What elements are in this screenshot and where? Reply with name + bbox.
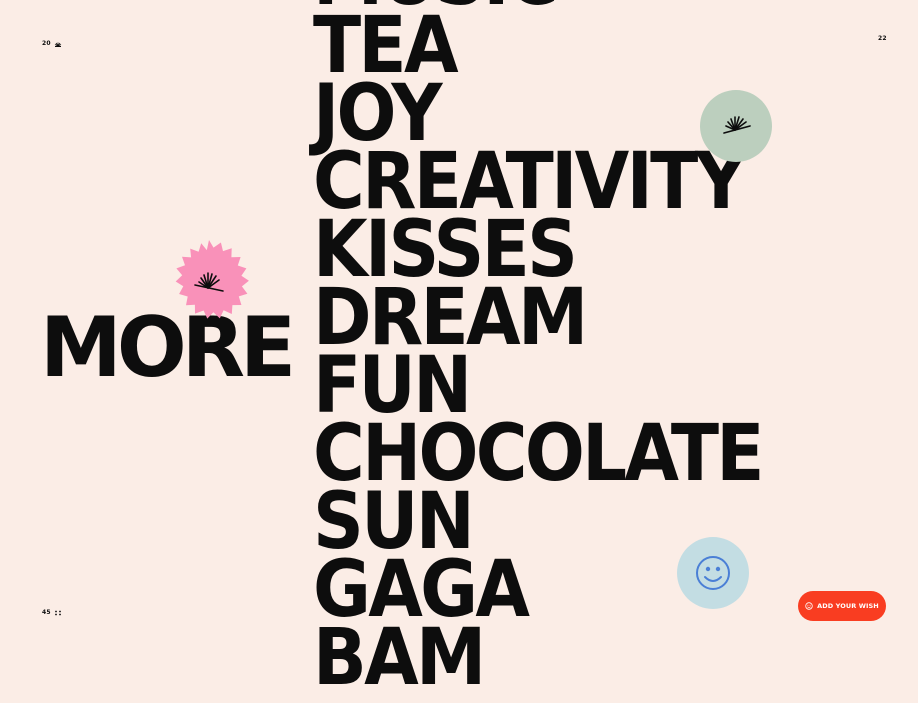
corner-label-top-left: 20 xyxy=(42,40,62,47)
blue-smiley-badge xyxy=(677,537,749,609)
smiley-face-icon xyxy=(696,556,730,590)
corner-label-top-right: 22 xyxy=(878,35,887,42)
word-item: BAM xyxy=(313,613,486,703)
add-your-wish-label: ADD YOUR WISH xyxy=(817,602,879,610)
corner-number: 22 xyxy=(878,35,887,42)
corner-label-bottom-left: 45 xyxy=(42,609,62,616)
add-your-wish-button[interactable]: ADD YOUR WISH xyxy=(798,591,886,621)
smiley-icon xyxy=(805,602,813,610)
pink-sunburst-seal xyxy=(166,239,252,325)
corner-number: 45 xyxy=(42,609,51,616)
sunrise-mini-icon xyxy=(54,42,61,47)
green-sunburst-badge xyxy=(700,90,772,162)
sunburst-icon xyxy=(194,272,224,292)
dots-grid-mini-icon xyxy=(54,610,61,615)
sunburst-icon xyxy=(723,116,751,134)
corner-number: 20 xyxy=(42,40,51,47)
